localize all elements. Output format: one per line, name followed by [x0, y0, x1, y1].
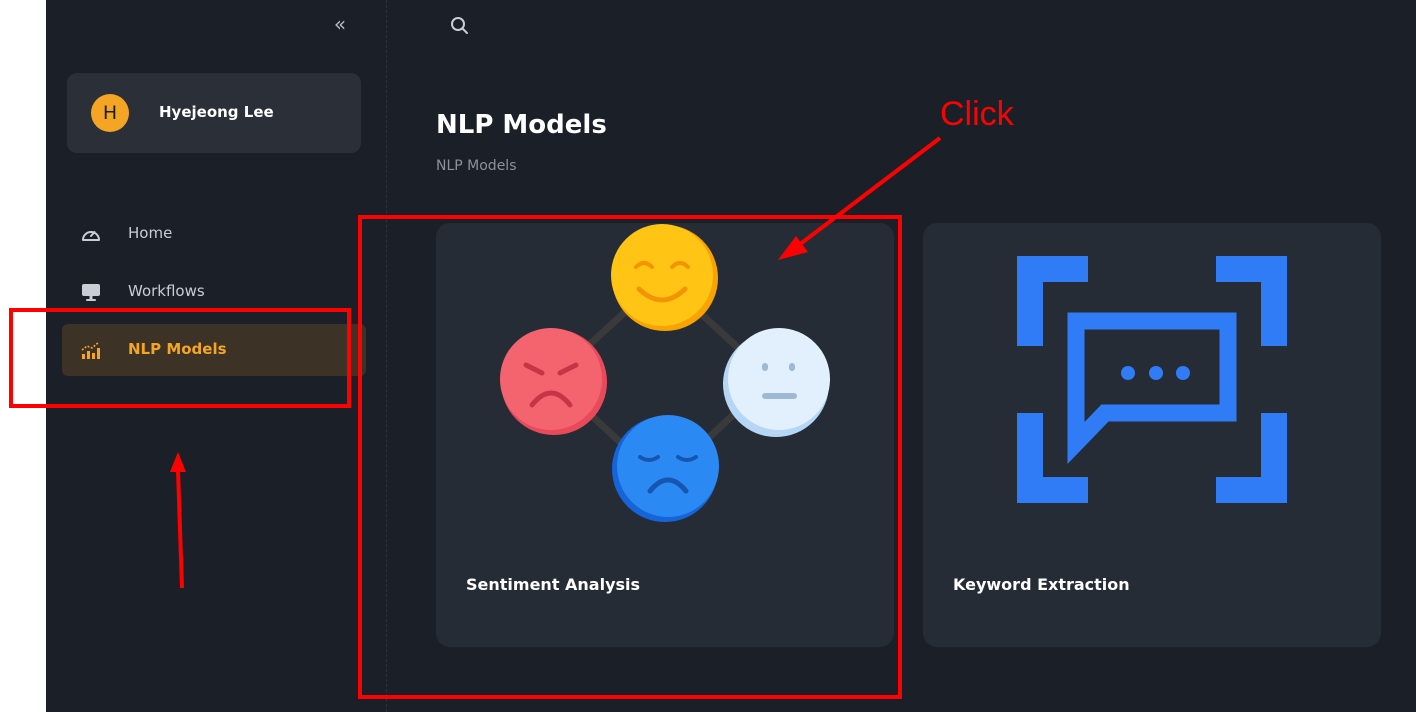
- app-window: « H Hyejeong Lee Home Workflows NLP Mode…: [46, 0, 1416, 712]
- sentiment-analysis-card[interactable]: Sentiment Analysis: [436, 223, 894, 647]
- annotation-click-label: Click: [940, 95, 1014, 133]
- emotion-faces-icon: [500, 224, 830, 522]
- sidebar-item-label: Workflows: [128, 282, 205, 300]
- avatar: H: [91, 94, 129, 132]
- sidebar-item-workflows[interactable]: Workflows: [62, 266, 366, 318]
- chart-growth-icon: [81, 341, 100, 359]
- sidebar-item-label: Home: [128, 224, 173, 242]
- page-title: NLP Models: [436, 110, 607, 140]
- sidebar-divider: [386, 0, 387, 712]
- breadcrumb: NLP Models: [436, 158, 517, 174]
- user-profile-card[interactable]: H Hyejeong Lee: [67, 73, 361, 153]
- sidebar-item-nlp-models[interactable]: NLP Models: [62, 324, 366, 376]
- card-label: Sentiment Analysis: [466, 575, 641, 594]
- collapse-sidebar-button[interactable]: «: [328, 12, 352, 36]
- monitor-icon: [82, 284, 100, 301]
- chat-scan-icon: [1017, 256, 1287, 503]
- search-icon[interactable]: [448, 14, 472, 38]
- sidebar-item-home[interactable]: Home: [62, 208, 366, 260]
- card-label: Keyword Extraction: [953, 575, 1130, 594]
- user-name: Hyejeong Lee: [159, 103, 274, 121]
- sidebar-item-label: NLP Models: [128, 340, 227, 358]
- keyword-extraction-card[interactable]: Keyword Extraction: [923, 223, 1381, 647]
- sidebar: « H Hyejeong Lee Home Workflows NLP Mode…: [46, 0, 386, 712]
- gauge-icon: [82, 231, 100, 241]
